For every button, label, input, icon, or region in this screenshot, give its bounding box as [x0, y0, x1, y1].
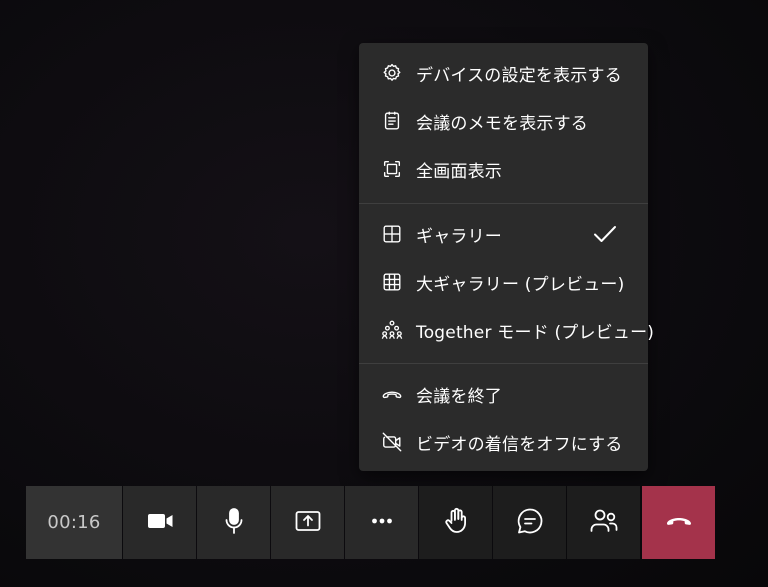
- video-camera-icon: [145, 506, 175, 540]
- menu-divider: [359, 363, 648, 364]
- menu-item-large-gallery[interactable]: 大ギャラリー (プレビュー): [359, 258, 648, 306]
- gear-icon: [381, 62, 403, 84]
- checkmark-icon: [592, 222, 618, 246]
- participants-icon: [589, 506, 619, 540]
- grid-3x3-icon: [381, 271, 403, 293]
- raise-hand-icon: [441, 506, 471, 540]
- participants-button[interactable]: [567, 486, 640, 559]
- menu-divider: [359, 203, 648, 204]
- menu-item-fullscreen[interactable]: 全画面表示: [359, 145, 648, 193]
- menu-item-label: 会議のメモを表示する: [416, 113, 588, 134]
- microphone-button[interactable]: [197, 486, 270, 559]
- more-icon: [367, 506, 397, 540]
- menu-item-together-mode[interactable]: Together モード (プレビュー): [359, 306, 654, 354]
- video-off-icon: [381, 431, 403, 453]
- menu-item-label: ギャラリー: [416, 226, 502, 247]
- menu-item-gallery[interactable]: ギャラリー: [359, 210, 648, 258]
- grid-2x2-icon: [381, 223, 403, 245]
- together-mode-icon: [381, 319, 403, 341]
- menu-item-device-settings[interactable]: デバイスの設定を表示する: [359, 49, 648, 97]
- share-screen-icon: [293, 506, 323, 540]
- menu-item-label: 大ギャラリー (プレビュー): [416, 274, 625, 295]
- menu-item-label: 全画面表示: [416, 161, 502, 182]
- raise-hand-button[interactable]: [419, 486, 492, 559]
- menu-item-label: 会議を終了: [416, 386, 502, 407]
- microphone-icon: [219, 506, 249, 540]
- notes-icon: [381, 110, 403, 132]
- end-meeting-icon: [381, 383, 403, 405]
- menu-item-turn-off-incoming-video[interactable]: ビデオの着信をオフにする: [359, 418, 648, 466]
- chat-icon: [515, 506, 545, 540]
- call-timer: 00:16: [26, 486, 122, 559]
- hang-up-button[interactable]: [642, 486, 715, 559]
- chat-button[interactable]: [493, 486, 566, 559]
- menu-item-end-meeting[interactable]: 会議を終了: [359, 370, 648, 418]
- meeting-stage: デバイスの設定を表示する 会議のメモを表示する 全画面表示 ギャラリー 大ギャラ…: [0, 0, 768, 587]
- camera-button[interactable]: [123, 486, 196, 559]
- more-options-menu: デバイスの設定を表示する 会議のメモを表示する 全画面表示 ギャラリー 大ギャラ…: [359, 43, 654, 471]
- fullscreen-icon: [381, 158, 403, 180]
- menu-item-label: Together モード (プレビュー): [416, 322, 655, 343]
- more-actions-button[interactable]: [345, 486, 418, 559]
- menu-item-label: デバイスの設定を表示する: [416, 65, 622, 86]
- menu-item-meeting-notes[interactable]: 会議のメモを表示する: [359, 97, 648, 145]
- share-screen-button[interactable]: [271, 486, 344, 559]
- call-duration: 00:16: [47, 512, 101, 533]
- call-toolbar: 00:16: [26, 486, 716, 559]
- menu-item-label: ビデオの着信をオフにする: [416, 434, 623, 455]
- hang-up-icon: [664, 506, 694, 540]
